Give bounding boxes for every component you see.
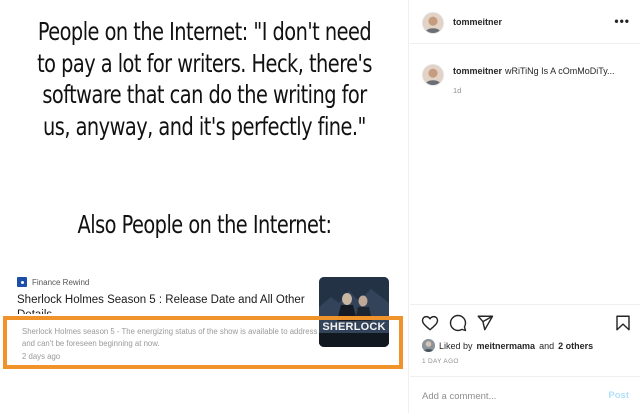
liked-by-user[interactable]: meitnermama xyxy=(477,341,536,351)
likes-and: and xyxy=(539,340,555,351)
author-avatar[interactable] xyxy=(422,12,444,34)
post-image: People on the Internet: "I don't need to… xyxy=(0,0,409,413)
news-age: 2 days ago xyxy=(22,352,61,361)
caption: tommeitner wRiTiNg Is A cOmMoDiTy... xyxy=(453,66,633,76)
caption-text: wRiTiNg Is A cOmMoDiTy... xyxy=(505,66,615,76)
post-panel: tommeitner ••• tommeitner wRiTiNg Is A cO… xyxy=(410,0,640,413)
news-source: Finance Rewind xyxy=(17,277,89,287)
avatar-face-icon xyxy=(423,13,443,33)
meme-bottom-text: Also People on the Internet: xyxy=(77,210,332,239)
news-snippet: Sherlock Holmes season 5 - The energizin… xyxy=(22,327,318,348)
post-actions: Liked by meitnermama and 2 others 1 DAY … xyxy=(410,304,640,413)
likes-summary: Liked by meitnermama and 2 others xyxy=(422,339,593,352)
caption-avatar[interactable] xyxy=(422,64,444,86)
caption-username[interactable]: tommeitner xyxy=(453,66,502,76)
comment-box: Post xyxy=(410,376,640,413)
bookmark-icon[interactable] xyxy=(614,314,632,332)
highlight-box: Sherlock Holmes season 5 - The energizin… xyxy=(3,316,403,369)
share-icon[interactable] xyxy=(476,314,494,332)
avatar-face-icon xyxy=(422,339,435,352)
news-source-icon xyxy=(17,277,27,287)
caption-age: 1d xyxy=(453,86,462,95)
more-options-button[interactable]: ••• xyxy=(614,14,630,28)
avatar-face-icon xyxy=(423,65,443,85)
post-age: 1 DAY AGO xyxy=(422,358,459,365)
meme-top-text: People on the Internet: "I don't need to… xyxy=(37,17,372,141)
liker-avatar[interactable] xyxy=(422,339,435,352)
heart-icon[interactable] xyxy=(421,314,439,332)
post-header: tommeitner ••• xyxy=(410,0,640,44)
likes-others[interactable]: 2 others xyxy=(558,341,593,351)
likes-prefix: Liked by xyxy=(439,340,473,351)
author-username[interactable]: tommeitner xyxy=(453,17,502,27)
news-headline: Sherlock Holmes Season 5 : Release Date … xyxy=(17,294,305,314)
post-comment-button[interactable]: Post xyxy=(608,390,629,401)
news-source-name: Finance Rewind xyxy=(32,277,90,287)
comment-input[interactable] xyxy=(422,386,592,406)
comment-icon[interactable] xyxy=(449,314,467,332)
